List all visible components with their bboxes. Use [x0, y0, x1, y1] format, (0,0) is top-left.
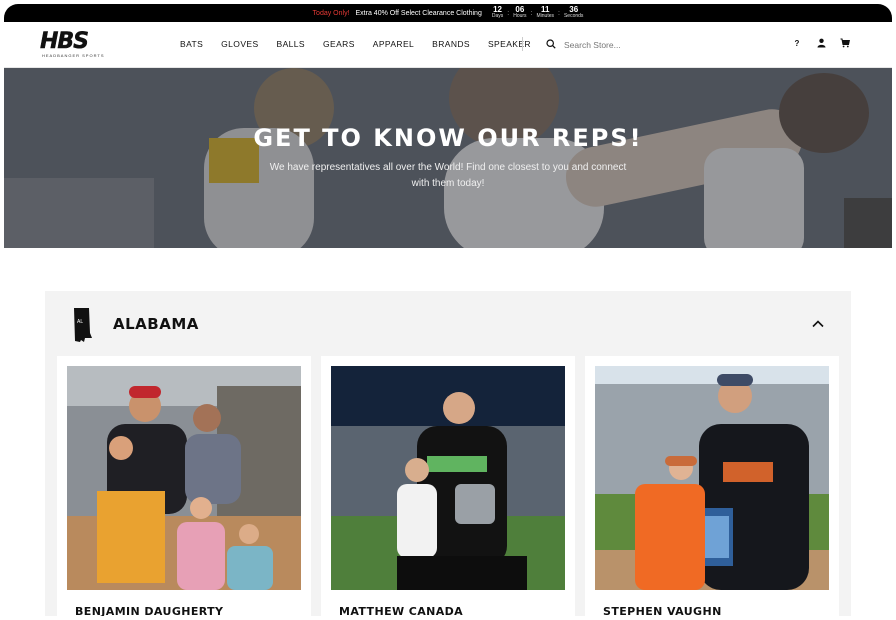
search-bar[interactable] — [546, 36, 684, 54]
nav-divider — [522, 37, 523, 51]
header-icons: ? — [792, 37, 850, 49]
hero-overlay — [4, 68, 892, 248]
countdown-minutes: 11 Minutes — [537, 6, 555, 20]
chevron-up-icon[interactable] — [811, 317, 825, 331]
countdown-minutes-label: Minutes — [536, 13, 555, 19]
countdown-timer: 12 Days : 06 Hours : 11 Minutes : 36 Sec… — [492, 6, 584, 20]
hero-subtitle: We have representatives all over the Wor… — [269, 162, 627, 189]
countdown-days-label: Days — [491, 13, 504, 19]
hero-banner: GET TO KNOW OUR REPS! We have representa… — [4, 68, 892, 248]
promo-bar[interactable]: Today Only! Extra 40% Off Select Clearan… — [4, 4, 892, 22]
site-logo[interactable]: HBS HEADBANGER SPORTS — [40, 29, 112, 59]
rep-card[interactable]: BENJAMIN DAUGHERTY — [57, 356, 311, 616]
rep-photo — [595, 366, 829, 590]
rep-card[interactable]: STEPHEN VAUGHN — [585, 356, 839, 616]
rep-name: BENJAMIN DAUGHERTY — [75, 605, 224, 616]
state-abbr: AL — [77, 319, 83, 325]
main-nav: BATS GLOVES BALLS GEARS APPAREL BRANDS S… — [180, 39, 549, 49]
rep-photo — [67, 366, 301, 590]
countdown-hours-label: Hours — [513, 13, 527, 19]
promo-text: Extra 40% Off Select Clearance Clothing — [355, 9, 482, 17]
countdown-seconds: 36 Seconds — [564, 6, 583, 20]
logo-wordmark: HBS — [40, 29, 90, 54]
nav-item-bats[interactable]: BATS — [180, 39, 203, 49]
rep-name: STEPHEN VAUGHN — [603, 605, 722, 616]
nav-item-gears[interactable]: GEARS — [323, 39, 355, 49]
alabama-state-icon: AL — [74, 308, 92, 342]
cart-icon[interactable] — [840, 37, 850, 49]
nav-item-apparel[interactable]: APPAREL — [373, 39, 414, 49]
hero-title: GET TO KNOW OUR REPS! — [253, 124, 643, 152]
search-input[interactable] — [564, 40, 684, 50]
page-frame: Today Only! Extra 40% Off Select Clearan… — [4, 4, 892, 616]
countdown-separator: : — [558, 9, 560, 17]
logo-subtext: HEADBANGER SPORTS — [42, 53, 105, 58]
countdown-separator: : — [507, 9, 510, 17]
account-icon[interactable] — [816, 37, 826, 49]
countdown-days: 12 Days — [492, 6, 503, 20]
countdown-days-value: 12 — [493, 5, 502, 14]
nav-item-balls[interactable]: BALLS — [277, 39, 305, 49]
nav-item-brands[interactable]: BRANDS — [432, 39, 470, 49]
countdown-hours: 06 Hours — [513, 6, 526, 20]
nav-item-gloves[interactable]: GLOVES — [221, 39, 258, 49]
promo-highlight: Today Only! — [312, 9, 350, 17]
rep-card[interactable]: MATTHEW CANADA — [321, 356, 575, 616]
countdown-seconds-value: 36 — [569, 5, 579, 14]
countdown-minutes-value: 11 — [541, 5, 550, 14]
site-header: HBS HEADBANGER SPORTS BATS GLOVES BALLS … — [4, 22, 892, 68]
state-section-alabama: AL ALABAMA BENJAMIN DAUGHERTY MATTHEW CA… — [45, 291, 851, 616]
rep-name: MATTHEW CANADA — [339, 605, 464, 616]
help-icon[interactable]: ? — [792, 37, 802, 49]
state-accordion-header[interactable]: AL ALABAMA — [45, 291, 851, 355]
rep-photo — [331, 366, 565, 590]
nav-item-speaker[interactable]: SPEAKER — [488, 39, 531, 49]
state-name: ALABAMA — [113, 315, 199, 333]
countdown-hours-value: 06 — [515, 5, 525, 14]
countdown-seconds-label: Seconds — [563, 13, 584, 19]
search-icon[interactable] — [546, 36, 556, 54]
countdown-separator: : — [530, 9, 533, 17]
